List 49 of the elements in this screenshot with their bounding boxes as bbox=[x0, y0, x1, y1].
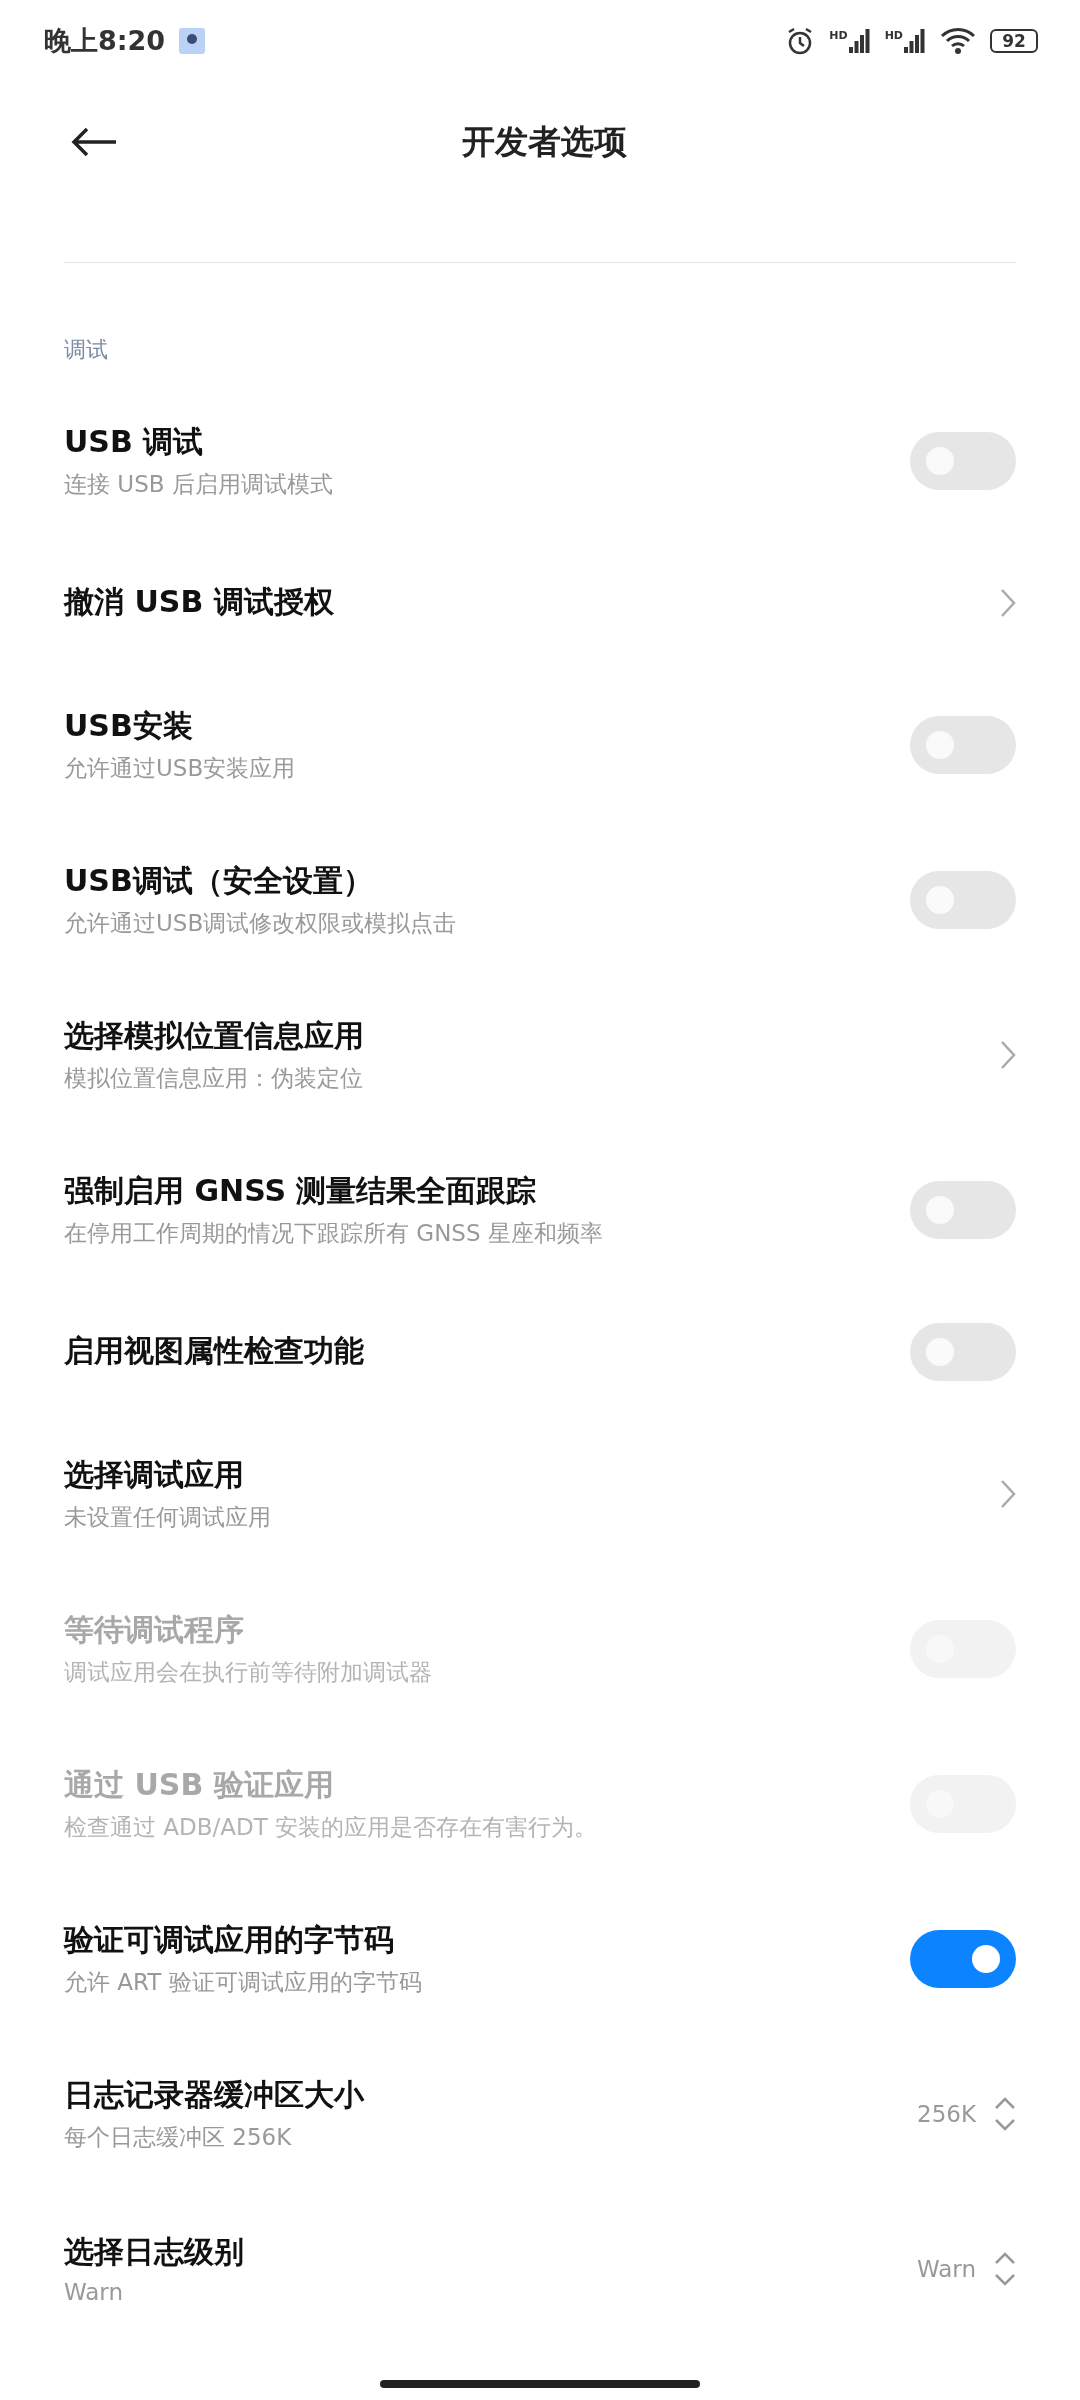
chevron-right-icon bbox=[1000, 1039, 1016, 1070]
setting-subtitle: 调试应用会在执行前等待附加调试器 bbox=[64, 1657, 433, 1687]
setting-title: 启用视图属性检查功能 bbox=[64, 1332, 365, 1370]
setting-value: Warn bbox=[917, 2255, 976, 2282]
setting-subtitle: 允许通过USB调试修改权限或模拟点击 bbox=[64, 908, 458, 938]
settings-row[interactable]: 选择调试应用 未设置任何调试应用 bbox=[0, 1416, 1080, 1571]
up-down-chevron-icon[interactable] bbox=[994, 2095, 1016, 2132]
setting-title: 通过 USB 验证应用 bbox=[64, 1765, 335, 1804]
settings-row[interactable]: 撤消 USB 调试授权 bbox=[0, 538, 1080, 667]
section-title: 调试 bbox=[64, 336, 109, 364]
settings-row[interactable]: 验证可调试应用的字节码 允许 ART 验证可调试应用的字节码 bbox=[0, 1881, 1080, 2036]
setting-subtitle: 连接 USB 后启用调试模式 bbox=[64, 469, 334, 499]
settings-row[interactable]: 强制启用 GNSS 测量结果全面跟踪 在停用工作周期的情况下跟踪所有 GNSS 星座和频率 bbox=[0, 1132, 1080, 1287]
setting-title: 验证可调试应用的字节码 bbox=[64, 1920, 395, 1959]
setting-subtitle: 模拟位置信息应用：伪装定位 bbox=[64, 1063, 364, 1093]
status-time: 晚上8:20 bbox=[44, 24, 166, 58]
setting-title: 强制启用 GNSS 测量结果全面跟踪 bbox=[64, 1171, 538, 1210]
wifi-icon bbox=[940, 27, 976, 55]
setting-title: 选择日志级别 bbox=[64, 2233, 245, 2271]
setting-subtitle: 允许通过USB安装应用 bbox=[64, 753, 297, 783]
settings-row[interactable]: 选择日志级别 Warn Warn bbox=[0, 2191, 1080, 2346]
settings-row[interactable]: USB 调试 连接 USB 后启用调试模式 bbox=[0, 383, 1080, 538]
setting-title: 选择模拟位置信息应用 bbox=[64, 1016, 365, 1055]
setting-subtitle: 允许 ART 验证可调试应用的字节码 bbox=[64, 1967, 423, 1997]
setting-subtitle: 每个日志缓冲区 256K bbox=[64, 2122, 293, 2152]
page-title: 开发者选项 bbox=[461, 120, 627, 163]
setting-title: 日志记录器缓冲区大小 bbox=[64, 2075, 366, 2114]
location-app-icon bbox=[179, 28, 206, 54]
setting-title: 撤消 USB 调试授权 bbox=[64, 583, 335, 621]
setting-title: USB安装 bbox=[64, 706, 194, 745]
settings-row[interactable]: USB调试（安全设置） 允许通过USB调试修改权限或模拟点击 bbox=[0, 822, 1080, 977]
setting-subtitle: 未设置任何调试应用 bbox=[64, 1502, 272, 1532]
up-down-chevron-icon[interactable] bbox=[994, 2250, 1016, 2287]
chevron-right-icon bbox=[1000, 1478, 1016, 1509]
chevron-right-icon bbox=[1000, 587, 1016, 618]
setting-title: USB 调试 bbox=[64, 422, 205, 461]
settings-row[interactable]: 日志记录器缓冲区大小 每个日志缓冲区 256K 256K bbox=[0, 2036, 1080, 2191]
battery-icon: 92 bbox=[990, 29, 1038, 53]
settings-row[interactable]: 选择模拟位置信息应用 模拟位置信息应用：伪装定位 bbox=[0, 977, 1080, 1132]
toggle-switch[interactable] bbox=[910, 1929, 1016, 1988]
setting-subtitle: Warn bbox=[64, 2279, 124, 2305]
setting-title: USB调试（安全设置） bbox=[64, 861, 374, 900]
setting-title: 等待调试程序 bbox=[64, 1610, 245, 1649]
setting-subtitle: 检查通过 ADB/ADT 安装的应用是否存在有害行为。 bbox=[64, 1812, 599, 1842]
setting-title: 选择调试应用 bbox=[64, 1455, 245, 1494]
settings-row[interactable]: 启用视图属性检查功能 bbox=[0, 1287, 1080, 1416]
setting-value: 256K bbox=[917, 2100, 976, 2127]
settings-row[interactable]: USB安装 允许通过USB安装应用 bbox=[0, 667, 1080, 822]
setting-subtitle: 在停用工作周期的情况下跟踪所有 GNSS 星座和频率 bbox=[64, 1218, 604, 1248]
